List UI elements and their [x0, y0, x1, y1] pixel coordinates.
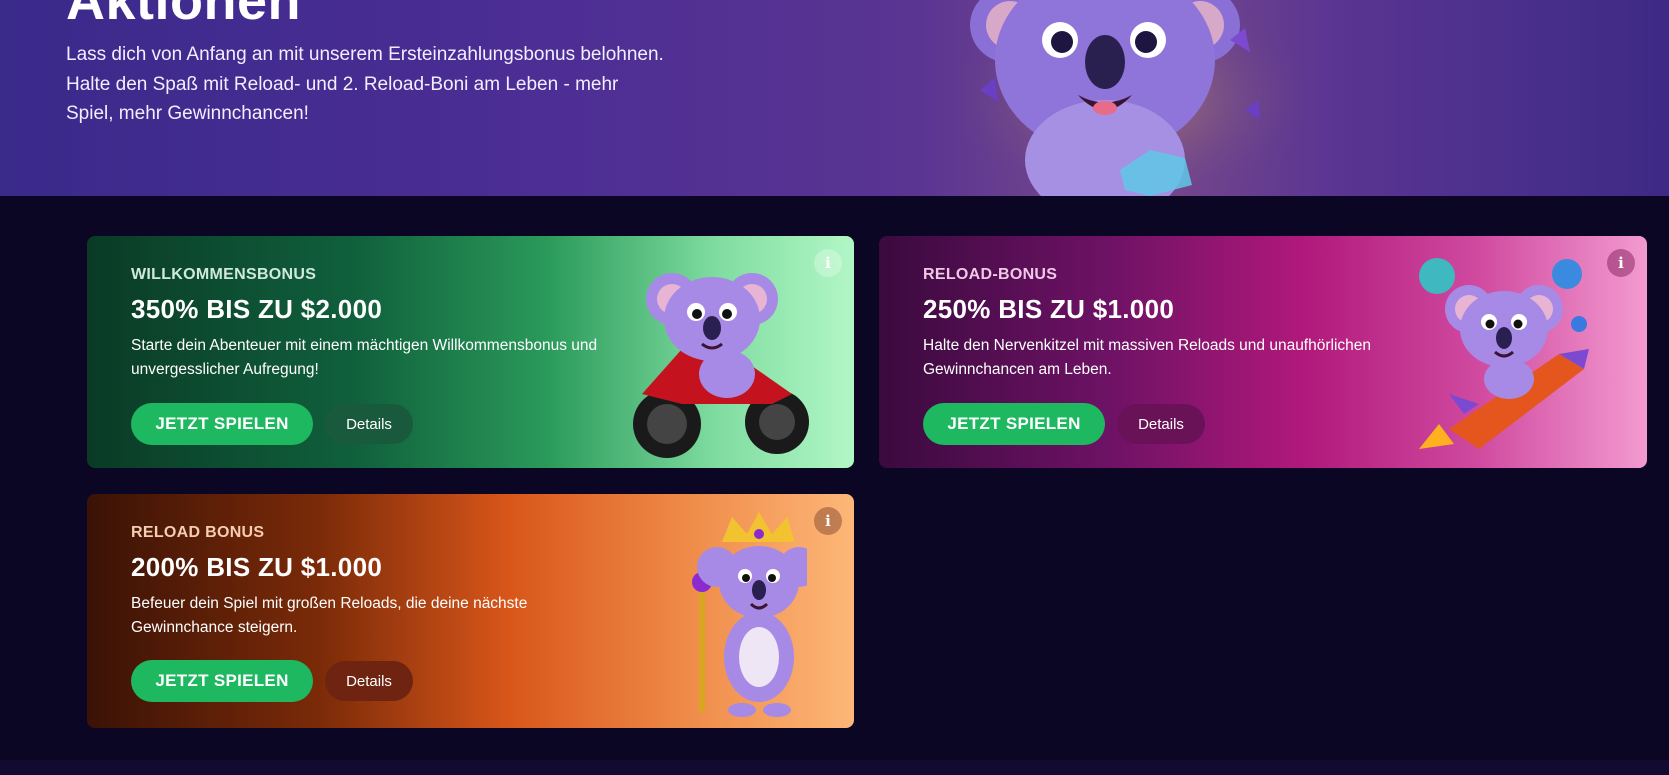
info-icon[interactable]: i: [814, 249, 842, 277]
footer-edge: [0, 760, 1669, 775]
koala-rocket-illustration: [1419, 258, 1589, 449]
promo-card-welcome-bonus: WILLKOMMENSBONUS 350% BIS ZU $2.000 Star…: [87, 236, 854, 468]
promo-label: WILLKOMMENSBONUS: [131, 266, 317, 283]
page-title: Aktionen: [66, 0, 302, 31]
koala-mascot-illustration: [960, 0, 1300, 196]
hero-description: Lass dich von Anfang an mit unserem Erst…: [66, 44, 664, 124]
koala-motorcycle-illustration: [633, 273, 809, 458]
koala-king-illustration: [692, 512, 807, 717]
play-now-button[interactable]: JETZT SPIELEN: [131, 403, 313, 445]
details-button[interactable]: Details: [325, 661, 413, 701]
promo-description: Befeuer dein Spiel mit großen Reloads, d…: [131, 595, 528, 636]
details-button[interactable]: Details: [325, 404, 413, 444]
promo-label: RELOAD-BONUS: [923, 266, 1058, 283]
promo-card-second-reload-bonus: RELOAD BONUS 200% BIS ZU $1.000 Befeuer …: [87, 494, 854, 728]
play-now-button[interactable]: JETZT SPIELEN: [131, 660, 313, 702]
promo-title: 250% BIS ZU $1.000: [923, 294, 1175, 324]
details-button[interactable]: Details: [1117, 404, 1205, 444]
play-now-button[interactable]: JETZT SPIELEN: [923, 403, 1105, 445]
info-icon[interactable]: i: [814, 507, 842, 535]
promo-title: 350% BIS ZU $2.000: [131, 294, 383, 324]
promo-description: Starte dein Abenteuer mit einem mächtige…: [131, 337, 598, 378]
hero-banner: Aktionen Lass dich von Anfang an mit uns…: [0, 0, 1669, 196]
promo-description: Halte den Nervenkitzel mit massiven Relo…: [923, 337, 1372, 378]
promo-card-reload-bonus: RELOAD-BONUS 250% BIS ZU $1.000 Halte de…: [879, 236, 1647, 468]
promo-title: 200% BIS ZU $1.000: [131, 552, 383, 582]
info-icon[interactable]: i: [1607, 249, 1635, 277]
promo-label: RELOAD BONUS: [131, 524, 265, 541]
